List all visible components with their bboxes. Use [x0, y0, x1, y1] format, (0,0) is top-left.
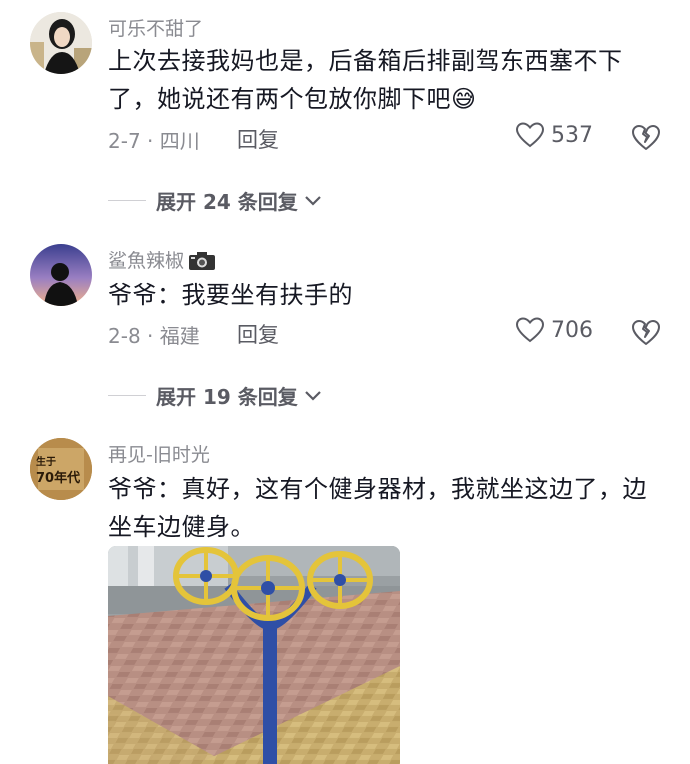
like-count: 537	[551, 122, 593, 148]
avatar-70s-badge-image: 生于 70年代	[30, 438, 92, 500]
chevron-down-icon	[304, 390, 321, 401]
comment-text: 爷爷：真好，这有个健身器材，我就坐这边了，边坐车边健身。	[108, 475, 647, 541]
comment-text-body: 上次去接我妈也是，后备箱后排副驾东西塞不下了，她说还有两个包放你脚下吧	[108, 47, 623, 113]
expand-replies-button[interactable]: 展开 19 条回复	[108, 381, 322, 410]
broken-heart-icon	[632, 125, 660, 150]
username[interactable]: 鲨魚辣椒	[108, 246, 216, 276]
divider-line	[108, 200, 146, 201]
avatar[interactable]: 生于 70年代	[30, 438, 92, 500]
camera-icon	[188, 251, 216, 276]
avatar[interactable]	[30, 244, 92, 306]
expand-replies-label: 展开 19 条回复	[156, 385, 298, 409]
reply-button[interactable]: 回复	[237, 319, 279, 349]
avatar-badge-top-text: 生于	[36, 455, 56, 468]
heart-icon	[515, 317, 545, 343]
broken-heart-icon	[632, 320, 660, 345]
comment-text: 上次去接我妈也是，后备箱后排副驾东西塞不下了，她说还有两个包放你脚下吧😅	[108, 42, 668, 118]
like-button[interactable]: 537	[515, 121, 593, 149]
expand-replies-label: 展开 24 条回复	[156, 190, 298, 214]
avatar-portrait-image	[30, 12, 92, 74]
username[interactable]: 可乐不甜了	[108, 14, 203, 41]
like-count: 706	[551, 317, 593, 343]
comment-image[interactable]	[108, 546, 400, 764]
avatar-silhouette-image	[30, 244, 92, 306]
emoji: 😅	[451, 85, 477, 113]
reply-button[interactable]: 回复	[237, 124, 279, 154]
like-button[interactable]: 706	[515, 316, 593, 344]
fitness-equipment-photo	[108, 546, 400, 764]
dislike-button[interactable]	[630, 122, 662, 156]
dislike-button[interactable]	[630, 317, 662, 351]
avatar[interactable]	[30, 12, 92, 74]
username-text: 鲨魚辣椒	[108, 250, 185, 272]
username[interactable]: 再见-旧时光	[108, 440, 210, 467]
chevron-down-icon	[304, 195, 321, 206]
heart-icon	[515, 122, 545, 148]
avatar-badge-main-text: 70年代	[36, 470, 80, 486]
expand-replies-button[interactable]: 展开 24 条回复	[108, 186, 322, 215]
comment-text: 爷爷：我要坐有扶手的	[108, 281, 353, 309]
date-location: 2-8 · 福建	[108, 324, 200, 348]
divider-line	[108, 395, 146, 396]
date-location: 2-7 · 四川	[108, 129, 200, 153]
